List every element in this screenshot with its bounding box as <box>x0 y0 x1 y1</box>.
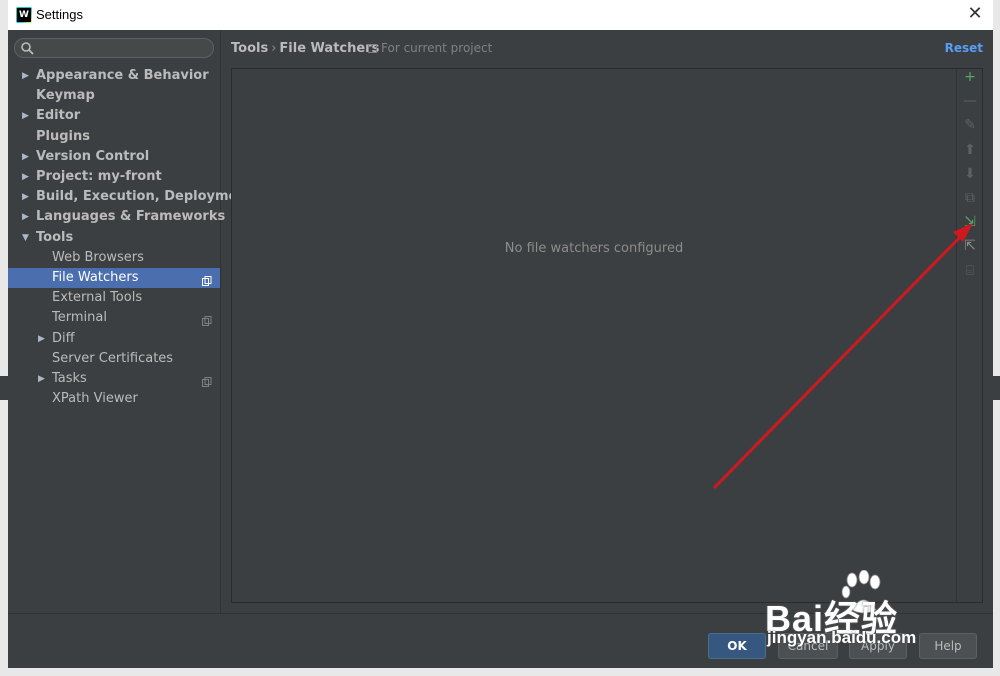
tree-item-label: Languages & Frameworks <box>36 209 226 225</box>
copy-icon: ⧉ <box>965 190 975 206</box>
list-toolbar: + — ✎ ⬆ ⬇ ⧉ ⇲ ⇱ ⌸ <box>956 69 982 602</box>
filter-icon: ⌸ <box>965 262 975 279</box>
settings-sidebar: ▶ Appearance & Behavior Keymap ▶ Editor Plugi… <box>8 30 253 613</box>
search-input[interactable] <box>14 38 214 58</box>
close-icon[interactable]: ✕ <box>965 4 985 24</box>
tree-item-server-certificates[interactable]: Server Certificates <box>8 349 220 369</box>
title-bar: W Settings ✕ <box>8 0 993 30</box>
collapsed-arrow-icon[interactable]: ▶ <box>22 207 32 227</box>
tree-item-label: Keymap <box>36 88 95 104</box>
tree-item-label: XPath Viewer <box>52 391 138 407</box>
collapsed-arrow-icon[interactable]: ▶ <box>22 147 32 167</box>
tree-item-xpath-viewer[interactable]: XPath Viewer <box>8 389 220 409</box>
content-header: Tools › File Watchers For current project … <box>222 30 993 68</box>
tree-item-keymap[interactable]: Keymap <box>8 86 220 106</box>
move-up-icon: ⬆ <box>964 141 976 158</box>
import-icon[interactable]: ⇲ <box>959 214 981 236</box>
file-watchers-list[interactable]: No file watchers configured <box>232 69 956 602</box>
tree-item-label: Server Certificates <box>52 350 174 366</box>
edit-icon: ✎ <box>964 117 976 134</box>
tree-item-file-watchers[interactable]: File Watchers <box>8 268 220 288</box>
tree-item-external-tools[interactable]: External Tools <box>8 288 220 308</box>
scope-label: For current project <box>368 41 492 55</box>
tree-item-web-browsers[interactable]: Web Browsers <box>8 248 220 268</box>
baidu-jingyan-watermark: Bai经验 jingyan.baidu.com <box>765 570 985 650</box>
background-window-right <box>993 0 1000 676</box>
background-window-left <box>0 0 8 676</box>
collapsed-arrow-icon[interactable]: ▶ <box>22 66 32 86</box>
breadcrumb-separator: › <box>271 41 277 56</box>
background-window-bottom <box>0 668 1000 676</box>
tree-item-label: Terminal <box>52 310 107 326</box>
window-title: Settings <box>36 7 83 22</box>
tree-item-plugins[interactable]: Plugins <box>8 127 220 147</box>
tree-item-diff[interactable]: ▶ Diff <box>8 329 220 349</box>
project-scope-icon <box>202 374 212 387</box>
move-down-icon: ⬇ <box>964 165 976 182</box>
collapsed-arrow-icon[interactable]: ▶ <box>38 369 48 389</box>
tree-item-build-execution-deployment[interactable]: ▶ Build, Execution, Deployment <box>8 187 253 207</box>
reset-link[interactable]: Reset <box>945 41 983 55</box>
tree-item-project-my-front[interactable]: ▶ Project: my-front <box>8 167 220 187</box>
export-icon[interactable]: ⇱ <box>959 238 981 260</box>
tree-item-appearance-behavior[interactable]: ▶ Appearance & Behavior <box>8 66 220 86</box>
tree-item-languages-frameworks[interactable]: ▶ Languages & Frameworks <box>8 207 225 227</box>
breadcrumb-root[interactable]: Tools <box>231 41 268 56</box>
collapsed-arrow-icon[interactable]: ▶ <box>22 106 32 126</box>
breadcrumb-leaf: File Watchers <box>279 41 380 56</box>
collapsed-arrow-icon[interactable]: ▶ <box>38 329 48 349</box>
file-watchers-panel: No file watchers configured + — ✎ ⬆ ⬇ ⧉ ⇲ ⇱ ⌸ <box>231 68 983 603</box>
empty-state-text: No file watchers configured <box>504 241 684 256</box>
tree-item-tools[interactable]: ▼ Tools <box>8 228 220 248</box>
tree-item-label: Project: my-front <box>36 169 162 184</box>
expanded-arrow-icon[interactable]: ▼ <box>22 228 32 248</box>
tree-item-label: Plugins <box>36 128 90 144</box>
scope-text: For current project <box>381 41 493 55</box>
webstorm-logo-icon: W <box>16 7 32 23</box>
tree-item-tasks[interactable]: ▶ Tasks <box>8 369 220 389</box>
project-scope-icon <box>202 313 212 327</box>
tree-item-label: Diff <box>52 330 75 346</box>
project-scope-icon <box>202 273 212 286</box>
tree-item-label: Version Control <box>36 148 150 164</box>
tree-item-label: Editor <box>36 108 81 124</box>
ok-button[interactable]: OK <box>708 633 766 659</box>
collapsed-arrow-icon[interactable]: ▶ <box>22 167 32 187</box>
tree-item-label: Build, Execution, Deployment <box>36 189 253 205</box>
tree-item-label: Web Browsers <box>52 249 144 265</box>
breadcrumb: Tools › File Watchers <box>231 41 379 56</box>
tree-item-editor[interactable]: ▶ Editor <box>8 106 220 126</box>
tree-item-label: Tools <box>36 229 74 245</box>
tree-item-label: Appearance & Behavior <box>36 68 209 83</box>
tree-item-version-control[interactable]: ▶ Version Control <box>8 147 220 167</box>
tree-item-label: Tasks <box>52 371 87 386</box>
collapsed-arrow-icon[interactable]: ▶ <box>22 187 32 207</box>
tree-item-label: File Watchers <box>52 270 139 285</box>
watermark-url: jingyan.baidu.com <box>767 628 917 647</box>
add-icon[interactable]: + <box>959 69 981 91</box>
remove-icon: — <box>963 93 977 110</box>
tree-item-label: External Tools <box>52 290 143 306</box>
search-icon <box>21 42 34 55</box>
tree-item-terminal[interactable]: Terminal <box>8 308 220 328</box>
project-scope-icon <box>368 44 377 53</box>
settings-dialog: W Settings ✕ ▶ Appearance & Behavior Keyma… <box>0 0 1000 676</box>
